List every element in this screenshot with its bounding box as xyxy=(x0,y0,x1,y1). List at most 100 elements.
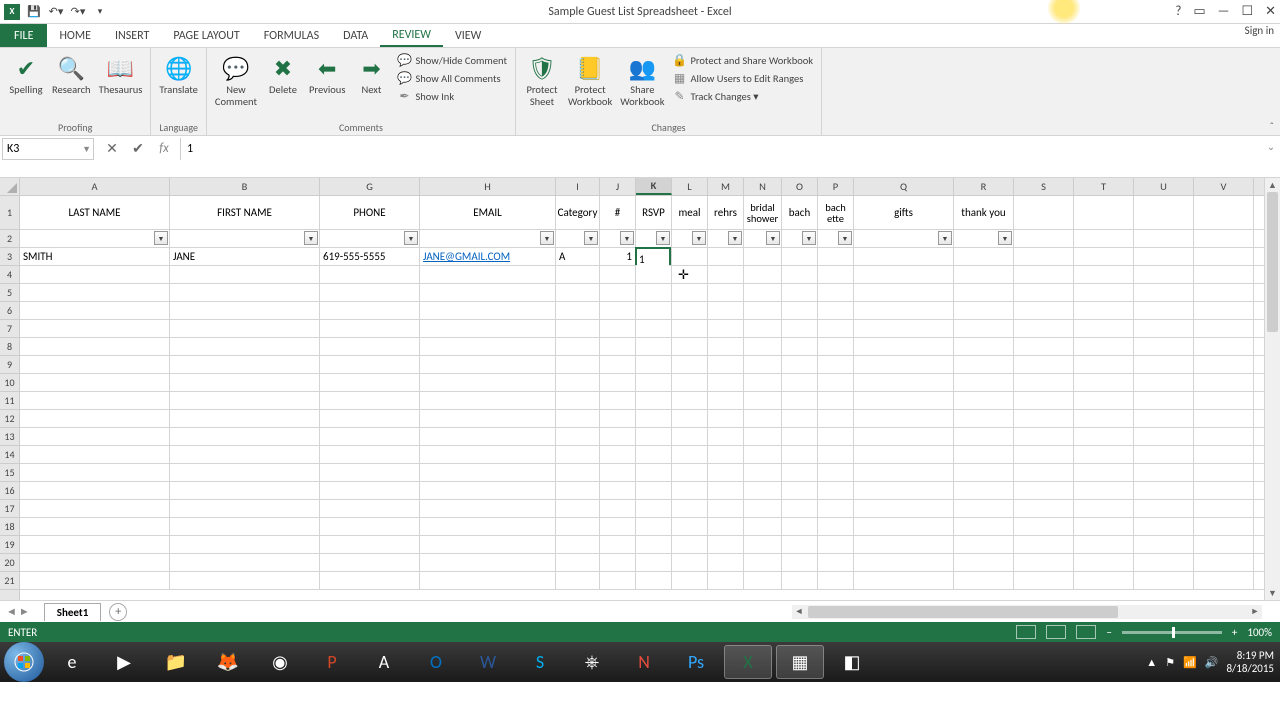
page-break-view-button[interactable] xyxy=(1076,625,1096,639)
cell[interactable] xyxy=(420,302,556,319)
cell[interactable] xyxy=(20,428,170,445)
cell[interactable]: ▼ xyxy=(636,230,672,247)
cell[interactable] xyxy=(636,338,672,355)
cell[interactable] xyxy=(1134,338,1194,355)
start-button[interactable] xyxy=(4,642,44,682)
taskbar-firefox-icon[interactable]: 🦊 xyxy=(204,645,252,679)
cell[interactable] xyxy=(744,284,782,301)
tab-review[interactable]: REVIEW xyxy=(380,24,443,47)
cell[interactable] xyxy=(708,302,744,319)
cell[interactable] xyxy=(1014,482,1074,499)
cell[interactable] xyxy=(1134,554,1194,571)
cell[interactable] xyxy=(954,248,1014,265)
filter-dropdown-icon[interactable]: ▼ xyxy=(938,231,952,245)
zoom-level[interactable]: 100% xyxy=(1247,626,1272,639)
cell[interactable] xyxy=(20,572,170,589)
cell[interactable] xyxy=(1014,410,1074,427)
cell[interactable] xyxy=(556,392,600,409)
cell[interactable] xyxy=(600,356,636,373)
cell[interactable] xyxy=(170,464,320,481)
row-header[interactable]: 13 xyxy=(0,428,19,446)
taskbar-word-icon[interactable]: W xyxy=(464,645,512,679)
cell[interactable] xyxy=(1074,500,1134,517)
cell[interactable] xyxy=(1074,554,1134,571)
cell[interactable] xyxy=(556,284,600,301)
cell[interactable] xyxy=(170,482,320,499)
row-header[interactable]: 2 xyxy=(0,230,19,248)
cell[interactable] xyxy=(854,446,954,463)
cell[interactable] xyxy=(1194,266,1254,283)
cell[interactable] xyxy=(420,410,556,427)
enter-edit-icon[interactable]: ✔ xyxy=(128,138,148,158)
cell[interactable] xyxy=(170,500,320,517)
show-ink-button[interactable]: ✒Show Ink xyxy=(395,88,509,104)
cell[interactable] xyxy=(556,518,600,535)
cell[interactable] xyxy=(954,410,1014,427)
cell[interactable] xyxy=(1194,302,1254,319)
cell[interactable] xyxy=(420,356,556,373)
cell[interactable] xyxy=(320,320,420,337)
cell[interactable] xyxy=(954,554,1014,571)
cell[interactable] xyxy=(1134,284,1194,301)
cell[interactable] xyxy=(636,572,672,589)
cell[interactable] xyxy=(782,518,818,535)
cell[interactable] xyxy=(854,374,954,391)
cell[interactable]: bachette xyxy=(818,196,854,229)
cell[interactable] xyxy=(782,374,818,391)
cell[interactable] xyxy=(1074,518,1134,535)
sign-in-link[interactable]: Sign in xyxy=(1245,24,1274,37)
cell[interactable] xyxy=(320,428,420,445)
cell[interactable] xyxy=(1014,446,1074,463)
cell[interactable] xyxy=(556,356,600,373)
cell[interactable] xyxy=(708,572,744,589)
cell[interactable]: ▼ xyxy=(420,230,556,247)
cell[interactable] xyxy=(1074,338,1134,355)
cell[interactable] xyxy=(818,572,854,589)
cell[interactable] xyxy=(744,518,782,535)
cell[interactable] xyxy=(420,392,556,409)
cell[interactable] xyxy=(320,536,420,553)
cell[interactable] xyxy=(818,302,854,319)
cell[interactable] xyxy=(954,356,1014,373)
zoom-out-button[interactable]: − xyxy=(1106,626,1111,639)
cell[interactable] xyxy=(636,446,672,463)
tab-data[interactable]: DATA xyxy=(331,24,380,47)
cell[interactable] xyxy=(1194,554,1254,571)
cell[interactable] xyxy=(420,500,556,517)
cell[interactable] xyxy=(854,266,954,283)
cell[interactable] xyxy=(818,464,854,481)
taskbar-media-icon[interactable]: ▶ xyxy=(100,645,148,679)
cell[interactable] xyxy=(672,446,708,463)
cell[interactable] xyxy=(744,572,782,589)
normal-view-button[interactable] xyxy=(1016,625,1036,639)
cell[interactable] xyxy=(744,266,782,283)
cell[interactable] xyxy=(782,536,818,553)
taskbar-app2-icon[interactable]: ⎈ xyxy=(568,645,616,679)
cell[interactable] xyxy=(954,446,1014,463)
cell[interactable] xyxy=(1134,196,1194,229)
cell[interactable] xyxy=(170,338,320,355)
column-header[interactable]: Q xyxy=(854,178,954,195)
cell[interactable] xyxy=(1074,392,1134,409)
cell[interactable] xyxy=(708,374,744,391)
cell[interactable]: ▼ xyxy=(954,230,1014,247)
cell[interactable] xyxy=(672,392,708,409)
row-header[interactable]: 8 xyxy=(0,338,19,356)
cell[interactable]: ▼ xyxy=(782,230,818,247)
column-header[interactable]: A xyxy=(20,178,170,195)
column-header[interactable]: S xyxy=(1014,178,1074,195)
cell[interactable] xyxy=(556,572,600,589)
cell[interactable] xyxy=(600,446,636,463)
cell[interactable] xyxy=(708,338,744,355)
cell[interactable]: thank you xyxy=(954,196,1014,229)
cell[interactable] xyxy=(672,356,708,373)
cell[interactable]: Category xyxy=(556,196,600,229)
row-header[interactable]: 9 xyxy=(0,356,19,374)
cell[interactable] xyxy=(636,410,672,427)
cell[interactable] xyxy=(170,572,320,589)
cell[interactable] xyxy=(1194,446,1254,463)
cell[interactable] xyxy=(782,266,818,283)
track-changes-button[interactable]: ✎Track Changes ▾ xyxy=(670,88,815,104)
column-header[interactable]: U xyxy=(1134,178,1194,195)
cell[interactable] xyxy=(854,428,954,445)
